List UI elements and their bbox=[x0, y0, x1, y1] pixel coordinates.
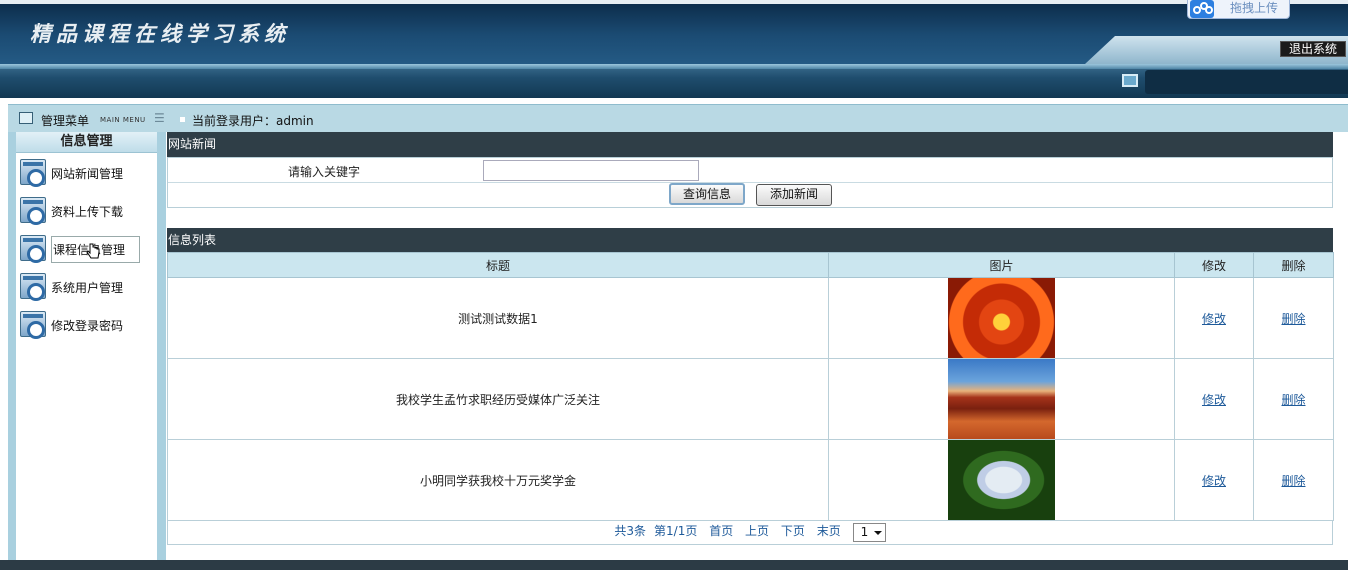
news-panel-title: 网站新闻 bbox=[167, 132, 1333, 157]
first-page-link[interactable]: 首页 bbox=[709, 524, 733, 538]
table-row: 小明同学获我校十万元奖学金 修改 删除 bbox=[167, 439, 1334, 521]
sidebar-item-label: 网站新闻管理 bbox=[51, 167, 124, 181]
pagination: 共3条 第1/1页 首页 上页 下页 末页 1 bbox=[167, 520, 1333, 545]
search-form: 请输入关键字 查询信息 添加新闻 bbox=[167, 157, 1333, 208]
total-count: 共3条 bbox=[614, 524, 647, 538]
bullet-icon bbox=[180, 117, 185, 122]
sidebar: 信息管理 网站新闻管理 资料上传下载 课程信息管理 系统用户管理 修改登录密码 bbox=[8, 132, 166, 560]
last-page-link[interactable]: 末页 bbox=[817, 524, 841, 538]
next-page-link[interactable]: 下页 bbox=[781, 524, 805, 538]
delete-link[interactable]: 删除 bbox=[1281, 474, 1305, 488]
keyword-label: 请输入关键字 bbox=[288, 165, 361, 179]
news-image bbox=[948, 278, 1055, 358]
hand-cursor-icon bbox=[86, 243, 100, 259]
header-right-panel bbox=[1145, 70, 1348, 94]
current-user: 当前登录用户：admin bbox=[192, 112, 314, 129]
table-row: 测试测试数据1 修改 删除 bbox=[167, 277, 1334, 359]
current-user-name: admin bbox=[276, 114, 314, 128]
logout-button[interactable]: 退出系统 bbox=[1280, 41, 1346, 57]
prev-page-link[interactable]: 上页 bbox=[745, 524, 769, 538]
news-image bbox=[948, 440, 1055, 520]
sidebar-item-label: 系统用户管理 bbox=[51, 281, 124, 295]
row-title: 我校学生孟竹求职经历受媒体广泛关注 bbox=[167, 358, 829, 440]
column-header-image: 图片 bbox=[828, 252, 1175, 278]
app-title: 精品课程在线学习系统 bbox=[30, 21, 290, 46]
sidebar-item-users[interactable]: 系统用户管理 bbox=[20, 273, 150, 301]
table-row: 我校学生孟竹求职经历受媒体广泛关注 修改 删除 bbox=[167, 358, 1334, 440]
list-lines-icon: ☰ bbox=[154, 111, 165, 125]
column-header-delete: 删除 bbox=[1253, 252, 1334, 278]
gear-window-icon bbox=[20, 273, 46, 301]
gear-window-icon bbox=[20, 159, 46, 187]
gear-window-icon bbox=[20, 311, 46, 339]
monitor-icon[interactable] bbox=[1122, 74, 1138, 87]
column-header-title: 标题 bbox=[167, 252, 829, 278]
keyword-input[interactable] bbox=[483, 160, 699, 181]
menu-title: 管理菜单 bbox=[41, 114, 90, 128]
drag-upload-button[interactable]: 拖拽上传 bbox=[1187, 0, 1290, 19]
footer-strip bbox=[0, 560, 1348, 570]
menu-icon bbox=[19, 112, 33, 124]
sidebar-item-label: 资料上传下载 bbox=[51, 205, 124, 219]
delete-link[interactable]: 删除 bbox=[1281, 393, 1305, 407]
chevron-down-icon bbox=[873, 531, 882, 535]
gear-window-icon bbox=[20, 197, 46, 225]
page-info: 第1/1页 bbox=[654, 524, 698, 538]
sidebar-item-files[interactable]: 资料上传下载 bbox=[20, 197, 150, 225]
list-panel-title: 信息列表 bbox=[167, 228, 1333, 253]
news-table: 标题 图片 修改 删除 测试测试数据1 修改 删除 我校学生孟竹求职经历受媒体广… bbox=[167, 252, 1334, 546]
drag-upload-label: 拖拽上传 bbox=[1230, 1, 1279, 15]
add-news-button[interactable]: 添加新闻 bbox=[756, 184, 832, 206]
sidebar-item-news[interactable]: 网站新闻管理 bbox=[20, 159, 150, 187]
row-title: 小明同学获我校十万元奖学金 bbox=[167, 439, 829, 521]
page-select-value: 1 bbox=[860, 525, 869, 539]
main-content: 网站新闻 请输入关键字 查询信息 添加新闻 信息列表 标题 图片 修改 删除 测… bbox=[166, 132, 1348, 560]
gear-window-icon bbox=[20, 235, 46, 263]
current-user-label: 当前登录用户： bbox=[192, 114, 277, 128]
menu-subtitle: MAIN MENU bbox=[100, 116, 146, 124]
page-select[interactable]: 1 bbox=[852, 523, 886, 542]
edit-link[interactable]: 修改 bbox=[1202, 312, 1226, 326]
column-header-edit: 修改 bbox=[1174, 252, 1254, 278]
query-button[interactable]: 查询信息 bbox=[669, 183, 745, 205]
edit-link[interactable]: 修改 bbox=[1202, 393, 1226, 407]
sidebar-item-courses[interactable]: 课程信息管理 bbox=[20, 235, 150, 263]
sidebar-item-password[interactable]: 修改登录密码 bbox=[20, 311, 150, 339]
cloud-icon bbox=[1190, 0, 1214, 18]
row-title: 测试测试数据1 bbox=[167, 277, 829, 359]
sidebar-section-title: 信息管理 bbox=[16, 132, 157, 153]
sidebar-item-label: 修改登录密码 bbox=[51, 319, 124, 333]
edit-link[interactable]: 修改 bbox=[1202, 474, 1226, 488]
delete-link[interactable]: 删除 bbox=[1281, 312, 1305, 326]
sub-bar: 管理菜单 MAIN MENU ☰ 当前登录用户：admin bbox=[8, 104, 1348, 132]
news-image bbox=[948, 359, 1055, 439]
